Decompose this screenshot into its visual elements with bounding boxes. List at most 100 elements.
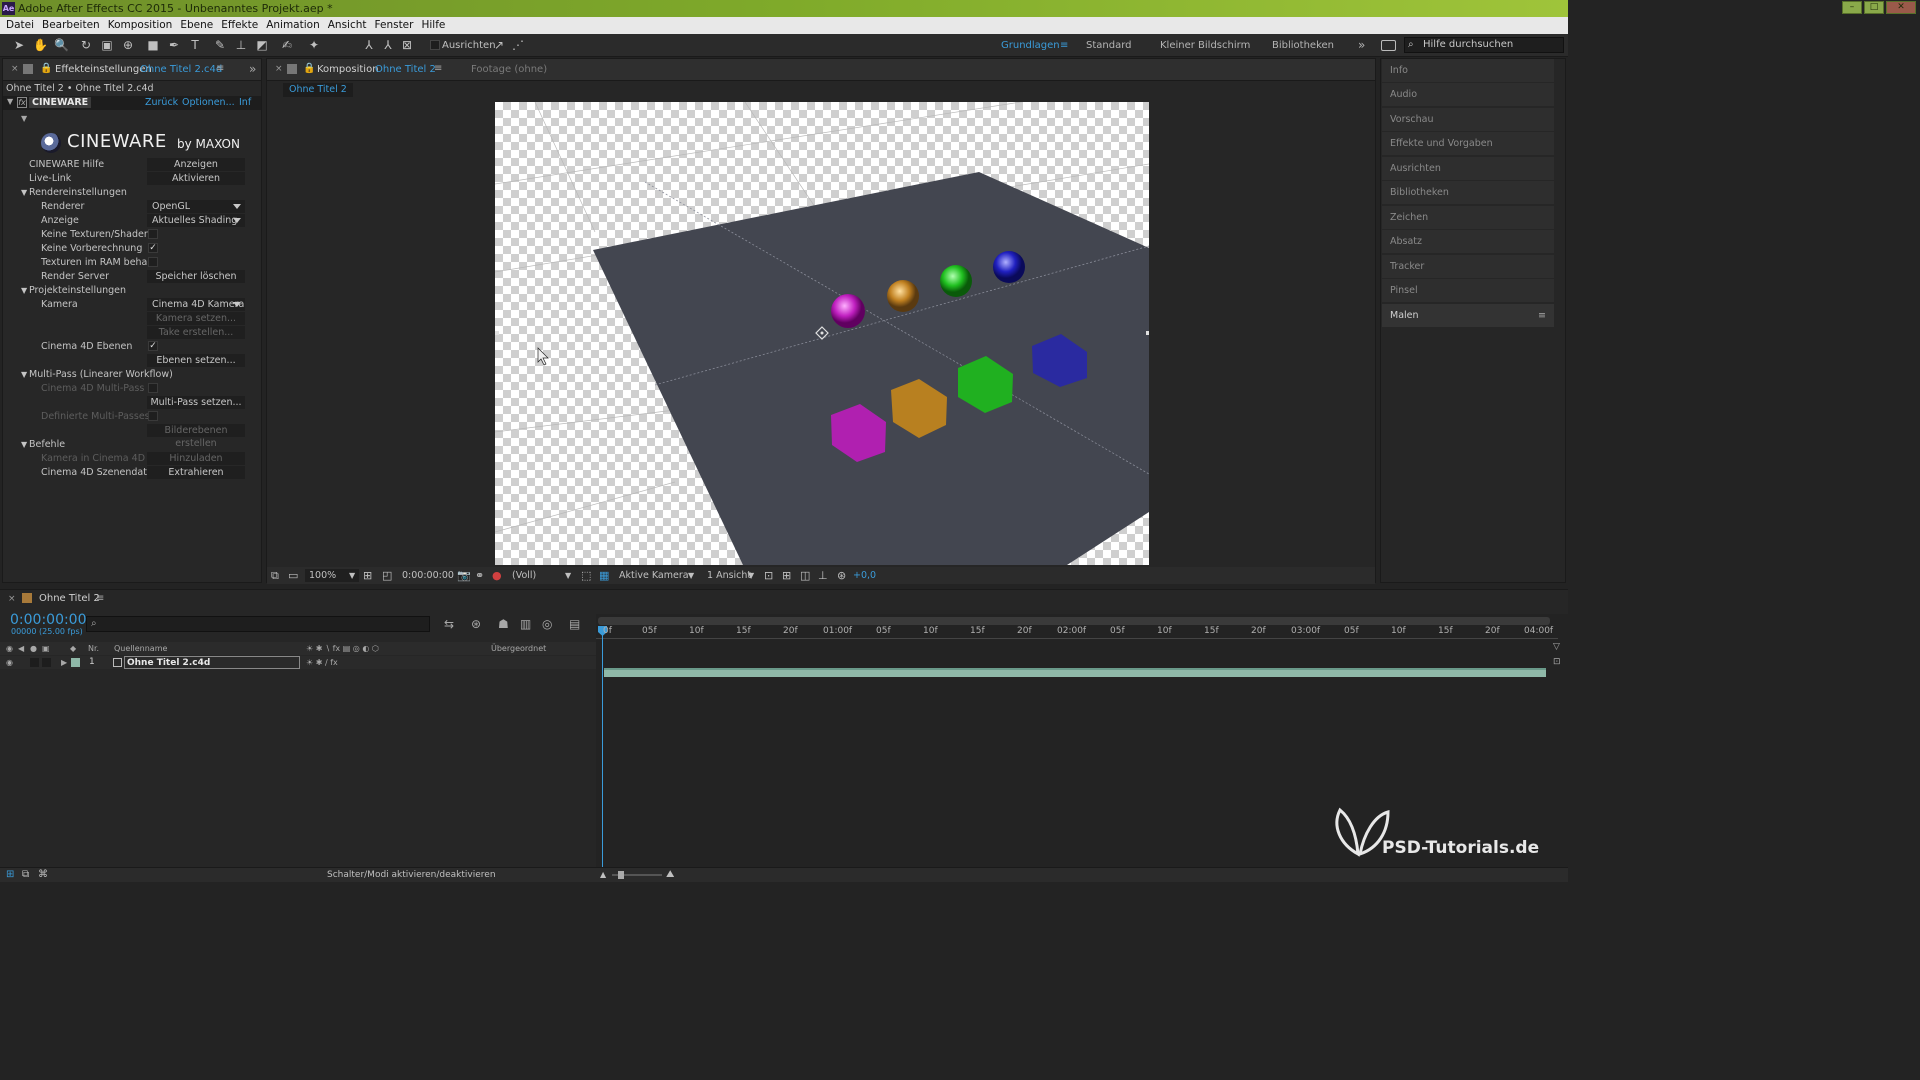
layer-name[interactable]: Ohne Titel 2.c4d xyxy=(124,656,300,669)
audio-toggle-icon[interactable]: ◀ xyxy=(18,642,24,655)
fx-icon[interactable]: fx xyxy=(17,97,27,108)
section-collapse-icon[interactable]: ▼ xyxy=(21,438,27,452)
panel-absatz[interactable]: Absatz xyxy=(1382,230,1554,253)
label-color-swatch[interactable] xyxy=(71,658,80,667)
camera-tool-icon[interactable]: ▣ xyxy=(100,38,114,52)
rotate-tool-icon[interactable]: ↻ xyxy=(79,38,93,52)
graph-editor-icon[interactable]: ▤ xyxy=(569,617,580,631)
composition-tab-name[interactable]: Ohne Titel 2 xyxy=(375,64,436,75)
frame-blending-icon[interactable]: ▥ xyxy=(520,617,531,631)
panel-pinsel[interactable]: Pinsel xyxy=(1382,279,1554,302)
panel-lock-icon[interactable] xyxy=(23,64,33,74)
brush-tool-icon[interactable]: ✎ xyxy=(213,38,227,52)
comp-button-icon[interactable]: ▽ xyxy=(1553,642,1560,652)
menu-effekte[interactable]: Effekte xyxy=(219,17,264,34)
section-befehle[interactable]: ▼ Befehle xyxy=(3,438,261,452)
minimize-icon[interactable]: – xyxy=(1842,1,1862,14)
views-select[interactable]: 1 Ansicht xyxy=(707,567,751,584)
section-collapse-icon[interactable]: ▼ xyxy=(21,368,27,382)
shy-layers-icon[interactable]: ☗ xyxy=(498,617,509,631)
maximize-icon[interactable]: □ xyxy=(1864,1,1884,14)
timeline-icon[interactable]: ◫ xyxy=(800,567,810,584)
mask-icon[interactable]: ◰ xyxy=(382,567,392,584)
timeline-tab[interactable]: Ohne Titel 2 xyxy=(39,593,100,604)
exposure-icon[interactable]: ⊛ xyxy=(837,567,846,584)
panel-menu-icon[interactable]: ≡ xyxy=(96,593,104,604)
rectangle-tool-icon[interactable]: ■ xyxy=(146,38,160,52)
layer-options-icon[interactable]: ⊡ xyxy=(1553,657,1561,667)
solo-toggle-icon[interactable]: ● xyxy=(30,642,37,655)
color-channel-icon[interactable]: ● xyxy=(492,567,502,584)
local-axis-icon[interactable]: ⅄ xyxy=(362,38,376,52)
roto-brush-tool-icon[interactable]: ✍ xyxy=(280,38,294,52)
anzeige-select[interactable]: Aktuelles Shading xyxy=(147,214,245,227)
exposure-value[interactable]: +0,0 xyxy=(853,567,876,584)
menu-komposition[interactable]: Komposition xyxy=(106,17,179,34)
close-tab-icon[interactable]: × xyxy=(11,64,19,74)
panel-menu-icon[interactable]: ≡ xyxy=(216,63,224,74)
menu-ebene[interactable]: Ebene xyxy=(178,17,219,34)
keine-texturen-checkbox[interactable] xyxy=(148,229,158,239)
toggle-switches-modes[interactable]: Schalter/Modi aktivieren/deaktivieren xyxy=(327,868,496,882)
multipass-checkbox[interactable] xyxy=(148,383,158,393)
speicher-loeschen-button[interactable]: Speicher löschen xyxy=(147,270,245,283)
multipass-setzen-button[interactable]: Multi-Pass setzen... xyxy=(147,396,245,409)
composition-viewer[interactable] xyxy=(495,102,1149,565)
ebenen-setzen-button[interactable]: Ebenen setzen... xyxy=(147,354,245,367)
puppet-tool-icon[interactable]: ✦ xyxy=(307,38,321,52)
clone-stamp-tool-icon[interactable]: ⊥ xyxy=(234,38,248,52)
section-collapse-icon[interactable]: ▼ xyxy=(21,284,27,298)
menu-ansicht[interactable]: Ansicht xyxy=(326,17,373,34)
keyframe-icon[interactable]: ⌘ xyxy=(38,868,48,882)
current-time-indicator[interactable] xyxy=(602,626,603,868)
anzeigen-button[interactable]: Anzeigen xyxy=(147,158,245,171)
panel-menu-icon[interactable]: ≡ xyxy=(1538,304,1546,327)
work-area-bar[interactable] xyxy=(598,617,1550,625)
help-search-input[interactable]: ⌕ Hilfe durchsuchen xyxy=(1404,37,1564,53)
panel-expand-icon[interactable]: » xyxy=(249,62,256,76)
col-parent[interactable]: Übergeordnet xyxy=(491,642,546,655)
menu-datei[interactable]: Datei xyxy=(4,17,40,34)
fast-preview-icon[interactable]: ⊞ xyxy=(782,567,791,584)
pen-tool-icon[interactable]: ✒ xyxy=(167,38,181,52)
text-tool-icon[interactable]: T xyxy=(188,38,202,52)
region-of-interest-icon[interactable]: ⬚ xyxy=(581,567,591,584)
effect-link-optionen[interactable]: Optionen... xyxy=(182,97,235,108)
hand-tool-icon[interactable]: ✋ xyxy=(33,38,48,52)
comp-flowchart-icon[interactable]: ⊞ xyxy=(6,868,14,882)
renderer-select[interactable]: OpenGL xyxy=(147,200,245,213)
snapshot-icon[interactable]: 📷 xyxy=(457,567,471,584)
align-arrow-icon[interactable]: ↗ xyxy=(492,38,506,52)
always-preview-icon[interactable]: ⧉ xyxy=(271,567,279,584)
draft-3d-icon[interactable]: ⊛ xyxy=(471,617,481,631)
panel-zeichen[interactable]: Zeichen xyxy=(1382,206,1554,229)
snap-icon[interactable]: ⋰ xyxy=(511,38,525,52)
menu-bearbeiten[interactable]: Bearbeiten xyxy=(40,17,106,34)
panel-bibliotheken[interactable]: Bibliotheken xyxy=(1382,181,1554,204)
flowchart-icon[interactable]: ⊥ xyxy=(818,567,828,584)
resolution-select[interactable]: (Voll) xyxy=(512,567,536,584)
workspace-grundlagen[interactable]: Grundlagen xyxy=(1001,40,1060,51)
workspace-bibliotheken[interactable]: Bibliotheken xyxy=(1272,40,1334,51)
grid-icon[interactable]: ⊞ xyxy=(363,567,372,584)
footage-tab[interactable]: Footage (ohne) xyxy=(471,64,547,75)
solo-checkbox[interactable] xyxy=(30,658,39,667)
hinzuladen-button[interactable]: Hinzuladen xyxy=(147,452,245,465)
cinema-ebenen-checkbox[interactable]: ✓ xyxy=(148,341,158,351)
view-axis-icon[interactable]: ⊠ xyxy=(400,38,414,52)
panel-lock-icon[interactable] xyxy=(287,64,297,74)
panel-ausrichten[interactable]: Ausrichten xyxy=(1382,157,1554,180)
layer-duration-bar[interactable] xyxy=(604,668,1546,677)
zoom-in-icon[interactable]: ⛰ xyxy=(666,868,674,882)
effect-link-info[interactable]: Inf xyxy=(239,97,251,108)
pan-behind-tool-icon[interactable]: ⊕ xyxy=(121,38,135,52)
menu-hilfe[interactable]: Hilfe xyxy=(419,17,451,34)
kamera-select[interactable]: Cinema 4D Kamera xyxy=(147,298,245,311)
toggle-pixel-aspect-icon[interactable]: ⊡ xyxy=(764,567,773,584)
layer-handle-right[interactable] xyxy=(1146,331,1149,335)
sync-settings-icon[interactable] xyxy=(1381,40,1396,51)
comp-subtab[interactable]: Ohne Titel 2 xyxy=(283,83,353,97)
workspace-kleiner-bildschirm[interactable]: Kleiner Bildschirm xyxy=(1160,40,1250,51)
effect-link-zurueck[interactable]: Zurück xyxy=(145,97,178,108)
take-erstellen-button[interactable]: Take erstellen... xyxy=(147,326,245,339)
